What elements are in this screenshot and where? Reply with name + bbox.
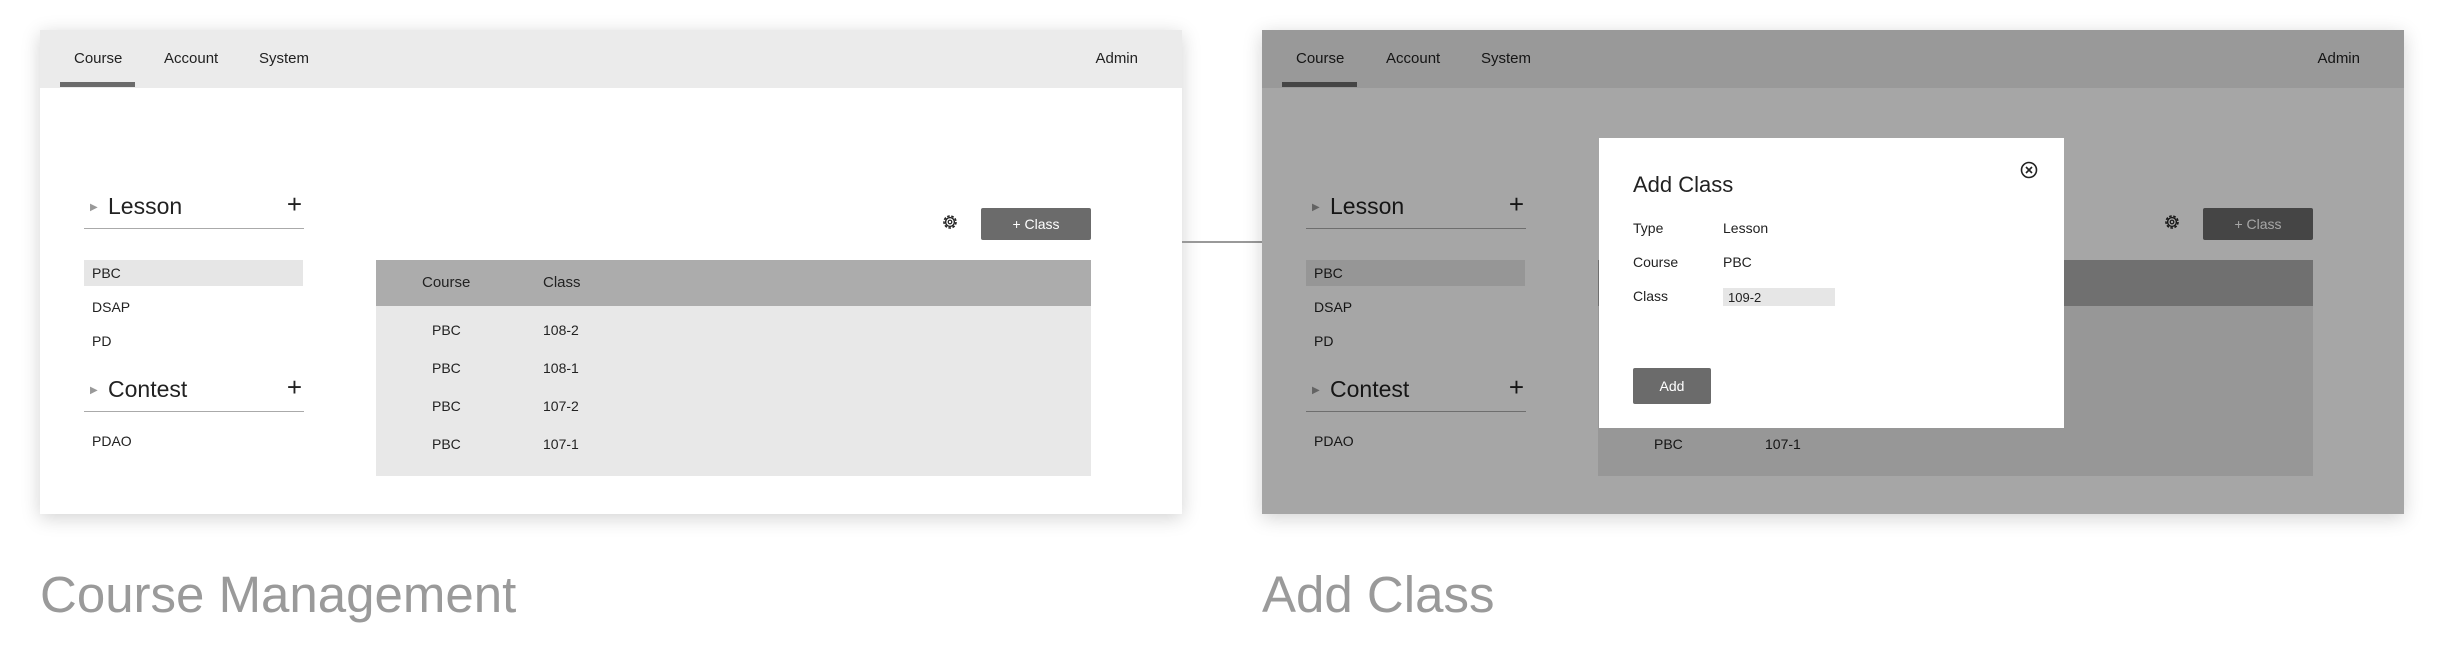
type-value: Lesson xyxy=(1723,220,1769,236)
table-header-row: Course Class xyxy=(376,260,1091,306)
flow-connector-line xyxy=(1182,241,1262,243)
table-cell-class[interactable]: 107-2 xyxy=(543,398,579,414)
class-label: Class xyxy=(1633,288,1669,304)
course-management-screen: Course Account System Admin ▶ Lesson + P… xyxy=(40,30,1182,514)
course-value: PBC xyxy=(1723,254,1752,270)
sidebar-item-pdao[interactable]: PDAO xyxy=(84,428,303,454)
gear-icon[interactable] xyxy=(940,212,960,232)
caption-add-class: Add Class xyxy=(1262,566,1495,623)
dialog-title: Add Class xyxy=(1633,172,1734,197)
sidebar-item-dsap[interactable]: DSAP xyxy=(84,294,303,320)
add-submit-button[interactable]: Add xyxy=(1633,368,1711,404)
active-tab-indicator xyxy=(60,82,135,87)
add-class-screen: Course Account System Admin ▶ Lesson + P… xyxy=(1262,30,2404,514)
sidebar-item-pbc[interactable]: PBC xyxy=(84,260,303,286)
table-cell-class[interactable]: 108-2 xyxy=(543,322,579,338)
table-cell-course: PBC xyxy=(432,398,461,414)
triangle-right-icon: ▶ xyxy=(90,202,98,213)
contest-section-title: Contest xyxy=(108,376,188,402)
tab-course[interactable]: Course xyxy=(74,50,122,67)
type-label: Type xyxy=(1633,220,1664,236)
caption-course-management: Course Management xyxy=(40,566,517,623)
course-label: Course xyxy=(1633,254,1679,270)
lesson-section-header[interactable]: ▶ Lesson + xyxy=(84,189,304,229)
user-menu[interactable]: Admin xyxy=(1095,50,1138,67)
table-cell-course: PBC xyxy=(432,322,461,338)
top-nav-bar: Course Account System Admin xyxy=(40,30,1182,88)
add-class-button[interactable]: + Class xyxy=(981,208,1091,240)
class-table: Course Class PBC 108-2 PBC 108-1 PBC 107… xyxy=(376,260,1091,476)
close-icon[interactable] xyxy=(2019,160,2039,180)
add-class-dialog: Add Class Type Lesson Course PBC Class A… xyxy=(1599,138,2064,428)
add-lesson-plus-icon[interactable]: + xyxy=(287,189,302,219)
table-cell-course: PBC xyxy=(432,360,461,376)
tab-account[interactable]: Account xyxy=(164,50,218,67)
table-cell-class[interactable]: 107-1 xyxy=(543,436,579,452)
add-contest-plus-icon[interactable]: + xyxy=(287,372,302,402)
lesson-section-title: Lesson xyxy=(108,193,183,219)
column-header-course[interactable]: Course xyxy=(422,274,470,291)
column-header-class[interactable]: Class xyxy=(543,274,581,291)
tab-system[interactable]: System xyxy=(259,50,309,67)
table-cell-course: PBC xyxy=(432,436,461,452)
contest-section-header[interactable]: ▶ Contest + xyxy=(84,372,304,412)
class-input[interactable] xyxy=(1723,288,1835,306)
triangle-right-icon: ▶ xyxy=(90,385,98,396)
sidebar-item-pd[interactable]: PD xyxy=(84,328,303,354)
table-cell-class[interactable]: 108-1 xyxy=(543,360,579,376)
